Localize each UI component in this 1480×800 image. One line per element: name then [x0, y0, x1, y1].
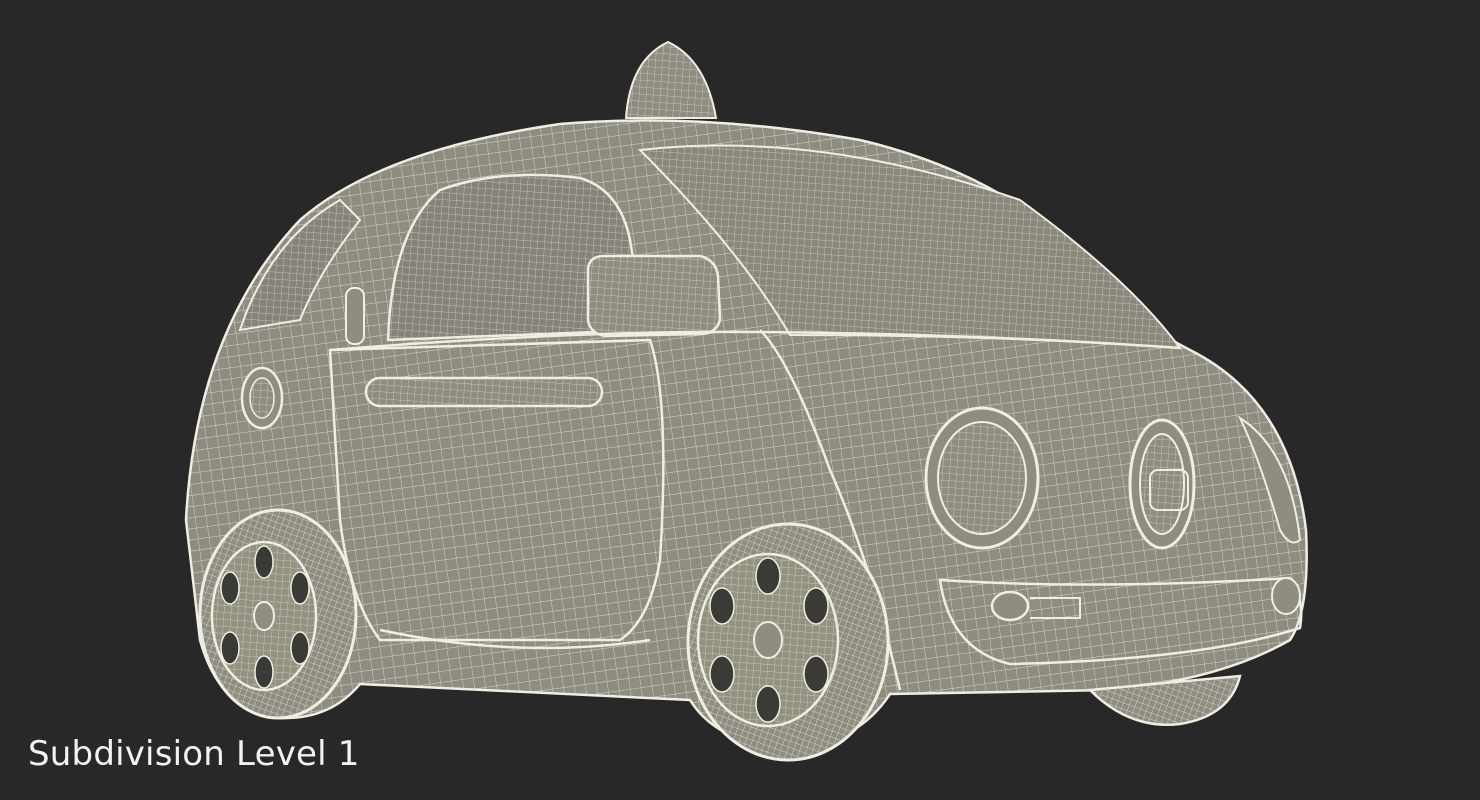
headlight-right [1128, 418, 1196, 550]
render-viewport: Subdivision Level 1 [0, 0, 1480, 800]
side-mirror [586, 254, 722, 338]
front-wheel [686, 522, 890, 762]
side-cap [240, 366, 284, 430]
rear-wheel [198, 508, 358, 720]
headlight-left [924, 406, 1040, 550]
subdivision-level-caption: Subdivision Level 1 [28, 734, 360, 774]
roof-sensor [624, 40, 718, 119]
car-wireframe-model [184, 40, 1308, 762]
